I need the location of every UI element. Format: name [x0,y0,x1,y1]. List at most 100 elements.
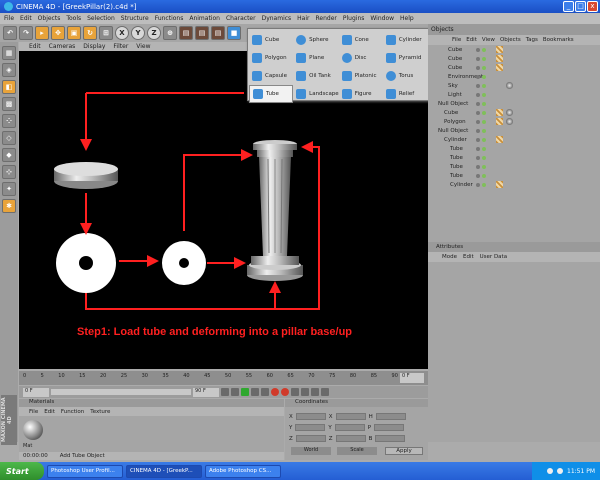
primitive-oil-tank[interactable]: Oil Tank [293,67,339,85]
primitive-platonic[interactable]: Platonic [339,67,383,85]
move-icon[interactable]: ✥ [51,26,65,40]
render-view-icon[interactable]: ▤ [179,26,193,40]
rotation-b-field[interactable] [375,435,406,442]
enable-axis-icon[interactable]: ⊹ [2,165,16,179]
live-selection-icon[interactable]: ▸ [35,26,49,40]
primitive-landscape[interactable]: Landscape [293,85,339,103]
minimize-button[interactable]: _ [563,1,574,12]
menu-functions[interactable]: Functions [155,15,184,22]
objects-menu-edit[interactable]: Edit [466,37,477,43]
attributes-menu-user-data[interactable]: User Data [480,254,507,260]
start-button[interactable]: Start [0,462,44,480]
previous-frame-icon[interactable] [231,388,239,396]
use-points-tool-icon[interactable]: ⁘ [2,114,16,128]
render-settings-icon[interactable]: ▤ [211,26,225,40]
object-row[interactable]: Null Object [428,126,600,135]
object-row[interactable]: Environment [428,72,600,81]
viewport-menu-edit[interactable]: Edit [29,43,41,50]
taskbar-cinema4d[interactable]: CINEMA 4D - [GreekP... [126,464,202,478]
primitive-polygon[interactable]: Polygon [249,49,293,67]
object-row[interactable]: Cylinder [428,180,600,189]
cube-primitive-icon[interactable]: ■ [227,26,241,40]
object-row[interactable]: Cube [428,54,600,63]
snap-icon[interactable]: ✱ [2,199,16,213]
object-row[interactable]: Tube [428,162,600,171]
primitive-tube[interactable]: Tube [249,85,294,103]
objects-menu-bookmarks[interactable]: Bookmarks [543,37,574,43]
menu-tools[interactable]: Tools [66,15,81,22]
position-key-icon[interactable] [301,388,309,396]
menu-objects[interactable]: Objects [38,15,61,22]
object-row[interactable]: Tube [428,144,600,153]
volume-icon[interactable] [557,468,563,474]
scale-key-icon[interactable] [311,388,319,396]
rotation-h-field[interactable] [375,413,406,420]
use-texture-tool-icon[interactable]: ▩ [2,97,16,111]
redo-icon[interactable]: ↷ [19,26,33,40]
menu-window[interactable]: Window [370,15,394,22]
menu-hair[interactable]: Hair [297,15,309,22]
primitive-disc[interactable]: Disc [339,49,383,67]
viewport-menu-view[interactable]: View [136,43,150,50]
maximize-button[interactable]: □ [575,1,586,12]
use-edges-tool-icon[interactable]: ◇ [2,131,16,145]
size-y-field[interactable] [334,424,365,431]
close-button[interactable]: x [587,1,598,12]
menu-selection[interactable]: Selection [87,15,115,22]
attributes-menu-edit[interactable]: Edit [463,254,474,260]
primitive-cone[interactable]: Cone [339,31,383,49]
menu-render[interactable]: Render [316,15,337,22]
primitive-relief[interactable]: Relief [383,85,427,103]
object-row[interactable]: Cube [428,45,600,54]
objects-menu-tags[interactable]: Tags [526,37,538,43]
taskbar-photoshop-profile[interactable]: Photoshop User Profil... [47,464,123,478]
primitive-sphere[interactable]: Sphere [293,31,339,49]
start-frame-field[interactable]: 0 F [23,387,49,397]
position-z-field[interactable] [295,435,326,442]
object-row[interactable]: Polygon [428,117,600,126]
end-frame-field[interactable]: 90 F [193,387,219,397]
object-row[interactable]: Light [428,90,600,99]
go-to-end-icon[interactable] [261,388,269,396]
objects-menu-view[interactable]: View [482,37,495,43]
current-frame-field[interactable]: 0 F [400,373,424,383]
x-axis-lock-button[interactable]: X [115,26,129,40]
object-row[interactable]: Cylinder [428,135,600,144]
network-icon[interactable] [547,468,553,474]
objects-menu-objects[interactable]: Objects [500,37,521,43]
y-axis-lock-button[interactable]: Y [131,26,145,40]
object-row[interactable]: Tube [428,171,600,180]
use-object-tool-icon[interactable]: ◧ [2,80,16,94]
use-model-tool-icon[interactable]: ◈ [2,63,16,77]
object-row[interactable]: Sky [428,81,600,90]
position-x-field[interactable] [295,413,326,420]
viewport-menu-cameras[interactable]: Cameras [49,43,76,50]
z-axis-lock-button[interactable]: Z [147,26,161,40]
make-editable-icon[interactable]: ▦ [2,46,16,60]
menu-help[interactable]: Help [400,15,414,22]
primitive-cube[interactable]: Cube [249,31,293,49]
size-x-field[interactable] [335,413,366,420]
material-menu-function[interactable]: Function [61,409,84,415]
menu-animation[interactable]: Animation [189,15,220,22]
material-menu-texture[interactable]: Texture [90,409,110,415]
play-icon[interactable] [241,388,249,396]
menu-plugins[interactable]: Plugins [343,15,365,22]
next-frame-icon[interactable] [251,388,259,396]
menu-character[interactable]: Character [226,15,256,22]
objects-menu-file[interactable]: File [452,37,461,43]
object-row[interactable]: Cube [428,108,600,117]
timeline[interactable]: 0 5 10 15 20 25 30 35 40 45 50 55 60 65 70 75 80 85 90 0 F [19,371,428,385]
material-preview-ball[interactable] [23,420,43,440]
primitive-figure[interactable]: Figure [339,85,383,103]
preview-range-slider[interactable] [51,389,191,395]
viewport-menu-filter[interactable]: Filter [113,43,128,50]
viewport-menu-display[interactable]: Display [83,43,105,50]
coordinate-system-icon[interactable]: ⊕ [163,26,177,40]
menu-structure[interactable]: Structure [121,15,149,22]
object-row[interactable]: Cube [428,63,600,72]
taskbar-photoshop[interactable]: Adobe Photoshop CS... [205,464,281,478]
object-row[interactable]: Tube [428,153,600,162]
primitive-plane[interactable]: Plane [293,49,339,67]
attributes-menu-mode[interactable]: Mode [442,254,457,260]
